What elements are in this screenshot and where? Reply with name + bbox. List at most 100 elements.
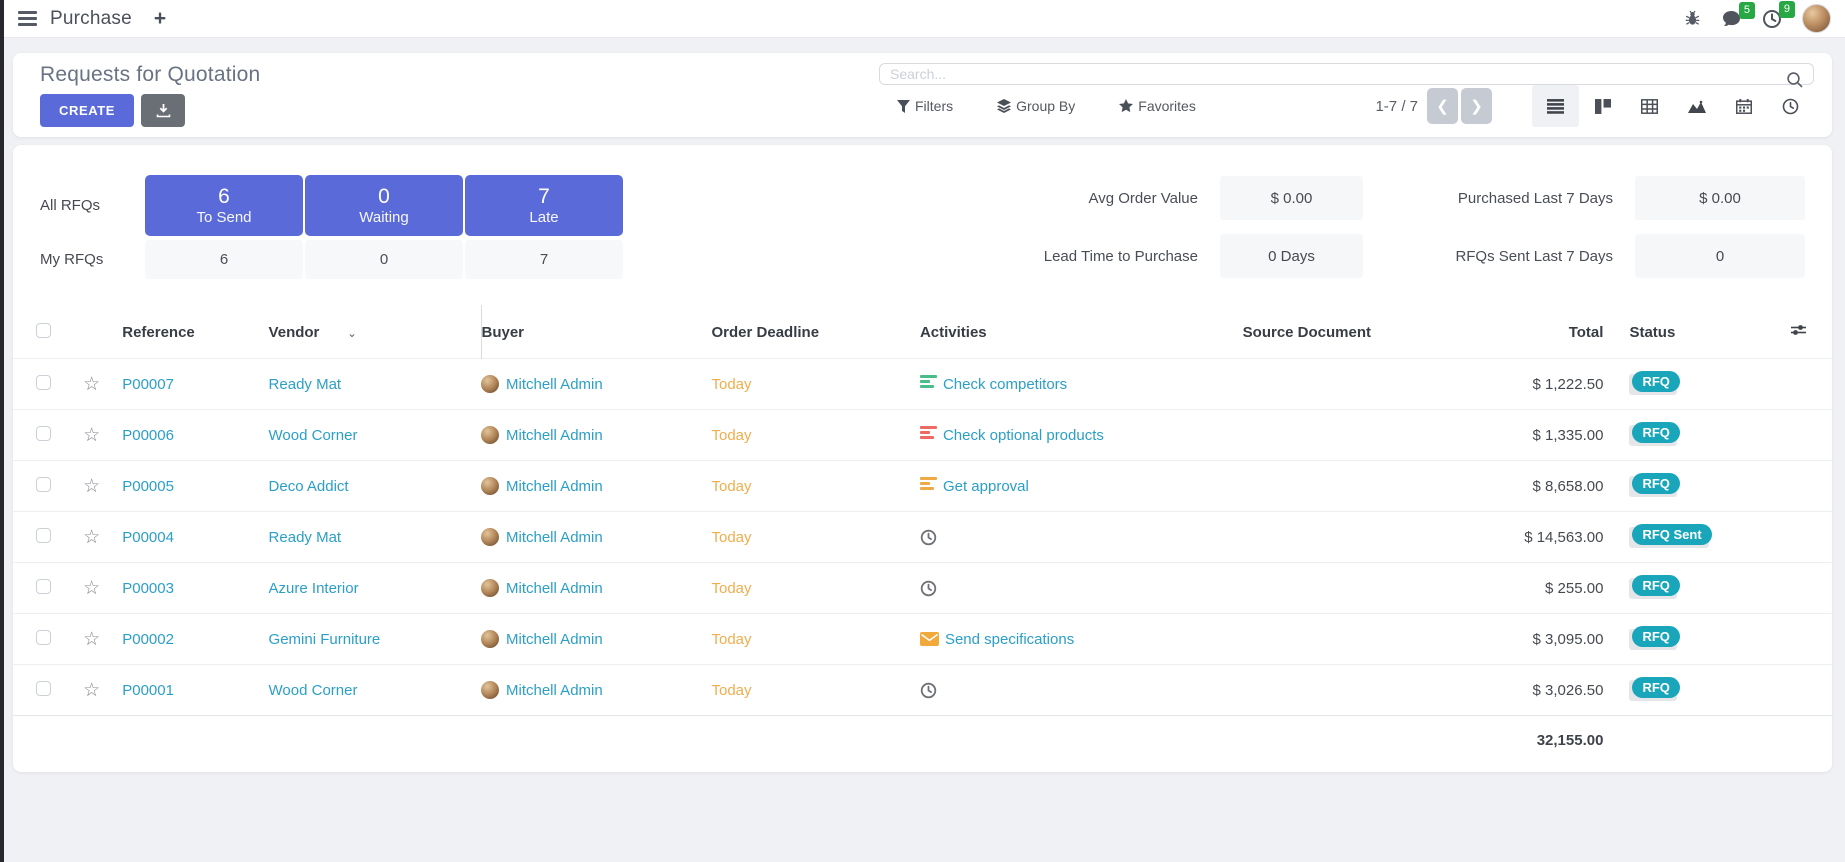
row-checkbox[interactable] [36, 579, 51, 594]
buyer-link[interactable]: Mitchell Admin [506, 529, 603, 546]
clock-icon[interactable] [920, 529, 937, 546]
table-row[interactable]: ☆ P00004 Ready Mat Mitchell Admin Today … [13, 512, 1832, 563]
apps-menu-icon[interactable] [18, 11, 37, 26]
graph-view-icon[interactable] [1673, 85, 1720, 127]
reference-link[interactable]: P00004 [122, 529, 174, 546]
table-row[interactable]: ☆ P00003 Azure Interior Mitchell Admin T… [13, 563, 1832, 614]
table-row[interactable]: ☆ P00006 Wood Corner Mitchell Admin Toda… [13, 410, 1832, 461]
activity-label[interactable]: Check competitors [943, 376, 1067, 393]
activities-clock-icon[interactable]: 9 [1762, 9, 1782, 29]
table-row[interactable]: ☆ P00005 Deco Addict Mitchell Admin Toda… [13, 461, 1832, 512]
pager-next-button[interactable]: ❯ [1461, 88, 1492, 124]
pager-previous-button[interactable]: ❮ [1427, 88, 1458, 124]
favorite-star-icon[interactable]: ☆ [77, 374, 100, 395]
filters-button[interactable]: Filters [897, 98, 953, 114]
row-checkbox[interactable] [36, 528, 51, 543]
tasks-list-icon[interactable] [920, 477, 937, 496]
optional-columns-icon[interactable] [1762, 305, 1832, 359]
column-header-activities[interactable]: Activities [920, 305, 1243, 359]
column-header-status[interactable]: Status [1603, 305, 1761, 359]
buyer-link[interactable]: Mitchell Admin [506, 631, 603, 648]
tile-my-to-send[interactable]: 6 [145, 240, 303, 279]
table-row[interactable]: ☆ P00001 Wood Corner Mitchell Admin Toda… [13, 665, 1832, 716]
reference-link[interactable]: P00003 [122, 580, 174, 597]
envelope-icon[interactable] [920, 632, 939, 646]
tile-my-late[interactable]: 7 [465, 240, 623, 279]
favorites-button[interactable]: Favorites [1119, 98, 1196, 114]
table-row[interactable]: ☆ P00002 Gemini Furniture Mitchell Admin… [13, 614, 1832, 665]
vendor-link[interactable]: Ready Mat [269, 529, 342, 546]
activity-label[interactable]: Send specifications [945, 631, 1074, 648]
activity-label[interactable]: Get approval [943, 478, 1029, 495]
buyer-link[interactable]: Mitchell Admin [506, 376, 603, 393]
row-checkbox[interactable] [36, 630, 51, 645]
tile-to-send[interactable]: 6 To Send [145, 175, 303, 236]
column-header-vendor[interactable]: Vendor⌄ [269, 305, 481, 359]
clock-icon[interactable] [920, 580, 937, 597]
reference-link[interactable]: P00001 [122, 682, 174, 699]
reference-link[interactable]: P00006 [122, 427, 174, 444]
select-all-checkbox[interactable] [36, 323, 51, 338]
list-view-icon[interactable] [1532, 85, 1579, 127]
row-checkbox[interactable] [36, 426, 51, 441]
reference-link[interactable]: P00007 [122, 376, 174, 393]
activity-label[interactable]: Check optional products [943, 427, 1104, 444]
row-checkbox[interactable] [36, 477, 51, 492]
pager-range: 1-7 / 7 [1375, 98, 1418, 115]
buyer-avatar [481, 528, 499, 546]
vendor-link[interactable]: Deco Addict [269, 478, 349, 495]
tile-waiting[interactable]: 0 Waiting [305, 175, 463, 236]
table-row[interactable]: ☆ P00007 Ready Mat Mitchell Admin Today … [13, 359, 1832, 410]
messages-icon[interactable]: 5 [1721, 10, 1742, 28]
user-avatar[interactable] [1802, 4, 1831, 33]
tile-my-waiting[interactable]: 0 [305, 240, 463, 279]
reference-link[interactable]: P00005 [122, 478, 174, 495]
pivot-view-icon[interactable] [1626, 85, 1673, 127]
buyer-link[interactable]: Mitchell Admin [506, 427, 603, 444]
buyer-avatar [481, 477, 499, 495]
my-rfqs-filter[interactable]: My RFQs [40, 240, 143, 279]
column-header-source-document[interactable]: Source Document [1243, 305, 1468, 359]
vendor-link[interactable]: Ready Mat [269, 376, 342, 393]
create-button[interactable]: CREATE [40, 94, 134, 127]
activities-count-badge: 9 [1779, 1, 1795, 18]
favorite-star-icon[interactable]: ☆ [77, 629, 100, 650]
vendor-link[interactable]: Wood Corner [269, 682, 358, 699]
new-tab-plus-icon[interactable]: + [154, 8, 166, 29]
search-icon[interactable] [1786, 71, 1804, 89]
favorite-star-icon[interactable]: ☆ [77, 578, 100, 599]
row-checkbox[interactable] [36, 375, 51, 390]
favorite-star-icon[interactable]: ☆ [77, 476, 100, 497]
tasks-list-icon[interactable] [920, 426, 937, 445]
kanban-view-icon[interactable] [1579, 85, 1626, 127]
sort-chevron-down-icon: ⌄ [347, 328, 356, 340]
tasks-list-icon[interactable] [920, 375, 937, 394]
reference-link[interactable]: P00002 [122, 631, 174, 648]
row-checkbox[interactable] [36, 681, 51, 696]
tile-late[interactable]: 7 Late [465, 175, 623, 236]
column-header-buyer[interactable]: Buyer [481, 305, 712, 359]
total-amount: $ 1,335.00 [1533, 427, 1604, 444]
vendor-link[interactable]: Azure Interior [269, 580, 359, 597]
favorite-star-icon[interactable]: ☆ [77, 425, 100, 446]
vendor-link[interactable]: Gemini Furniture [269, 631, 381, 648]
buyer-link[interactable]: Mitchell Admin [506, 682, 603, 699]
activity-view-icon[interactable] [1767, 85, 1814, 127]
buyer-link[interactable]: Mitchell Admin [506, 478, 603, 495]
debug-bug-icon[interactable] [1684, 10, 1701, 27]
group-by-button[interactable]: Group By [997, 98, 1075, 114]
buyer-avatar [481, 579, 499, 597]
clock-icon[interactable] [920, 682, 937, 699]
column-header-total[interactable]: Total [1468, 305, 1603, 359]
column-header-order-deadline[interactable]: Order Deadline [712, 305, 920, 359]
column-header-reference[interactable]: Reference [122, 305, 268, 359]
favorite-star-icon[interactable]: ☆ [77, 680, 100, 701]
export-download-button[interactable] [141, 94, 185, 127]
calendar-view-icon[interactable] [1720, 85, 1767, 127]
vendor-link[interactable]: Wood Corner [269, 427, 358, 444]
buyer-link[interactable]: Mitchell Admin [506, 580, 603, 597]
all-rfqs-filter[interactable]: All RFQs [40, 175, 143, 236]
app-menu-purchase[interactable]: Purchase [50, 8, 132, 30]
search-input[interactable] [879, 63, 1814, 85]
favorite-star-icon[interactable]: ☆ [77, 527, 100, 548]
